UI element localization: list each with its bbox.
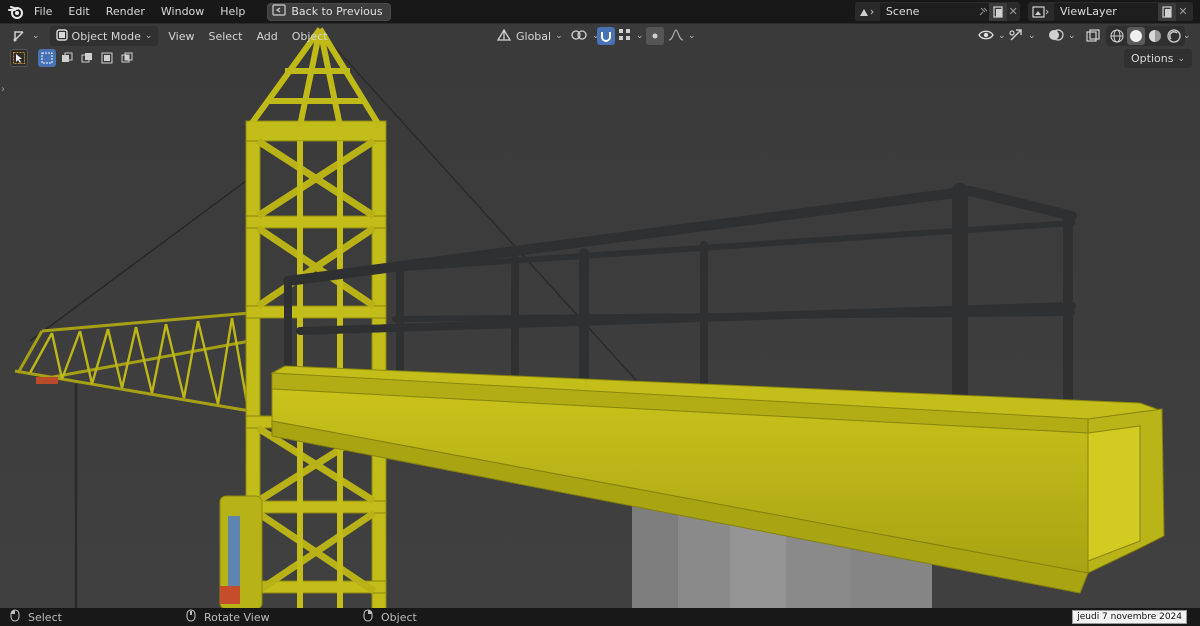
- extend-selection-icon[interactable]: [58, 49, 76, 67]
- mouse-middle-icon: [186, 609, 196, 625]
- orientation-icon: [496, 28, 512, 45]
- back-icon: [272, 4, 286, 19]
- scene-icon[interactable]: [855, 3, 880, 21]
- menu-window[interactable]: Window: [153, 0, 212, 23]
- object-mode-icon: [55, 28, 68, 44]
- select-box-tool-icon[interactable]: [10, 49, 28, 67]
- menu-select[interactable]: Select: [205, 26, 247, 46]
- object-mode-label: Object Mode: [71, 29, 141, 43]
- chevron-down-icon: ⌄: [555, 31, 563, 41]
- menu-object[interactable]: Object: [288, 26, 332, 46]
- shading-options-chevron-icon[interactable]: ⌄: [1183, 31, 1191, 41]
- pivot-icon: [570, 28, 588, 45]
- status-rotate-label: Rotate View: [204, 610, 270, 624]
- chevron-down-icon: ⌄: [1028, 31, 1036, 41]
- view-layer-selector[interactable]: ViewLayer ✕: [1028, 2, 1193, 21]
- intersect-selection-icon[interactable]: [118, 49, 136, 67]
- toolbar-expand-icon[interactable]: ›: [1, 84, 5, 95]
- blender-logo-icon[interactable]: [6, 0, 26, 23]
- viewport-header: ⌄ Object Mode ⌄ View Select Add Object G…: [0, 24, 1200, 48]
- menu-render[interactable]: Render: [98, 0, 153, 23]
- new-view-layer-icon[interactable]: [1158, 2, 1176, 21]
- mouse-left-icon: [10, 609, 20, 625]
- menu-view[interactable]: View: [164, 26, 198, 46]
- chevron-down-icon: ⌄: [1177, 53, 1185, 64]
- chevron-down-icon: ⌄: [32, 31, 40, 41]
- chevron-down-icon: ⌄: [688, 31, 696, 41]
- status-select-hint: Select: [10, 608, 62, 626]
- chevron-down-icon: ⌄: [636, 31, 644, 41]
- pin-icon[interactable]: [975, 2, 990, 21]
- status-bar: Select Rotate View Object jeudi 7 novemb…: [0, 608, 1200, 626]
- status-object-hint: Object: [363, 608, 417, 626]
- transform-orientation-dropdown[interactable]: Global ⌄: [492, 26, 567, 46]
- selection-mode-group: [38, 49, 136, 67]
- scene-selector[interactable]: Scene ✕: [855, 2, 1020, 21]
- proportional-edit-icon[interactable]: [646, 27, 664, 45]
- invert-selection-icon[interactable]: [98, 49, 116, 67]
- eye-icon: [978, 29, 994, 44]
- object-mode-dropdown[interactable]: Object Mode ⌄: [49, 26, 159, 46]
- gizmo-toggle[interactable]: ⌄: [1004, 26, 1040, 46]
- snap-toggle-icon[interactable]: [597, 27, 615, 45]
- tool-settings-row: [10, 48, 136, 68]
- status-object-label: Object: [381, 610, 417, 624]
- gizmo-icon: [1008, 28, 1024, 45]
- new-scene-icon[interactable]: [989, 2, 1007, 21]
- view-layer-name-field[interactable]: ViewLayer: [1054, 2, 1158, 21]
- close-view-layer-icon[interactable]: ✕: [1176, 3, 1190, 21]
- snap-target-dropdown[interactable]: ⌄: [614, 26, 648, 46]
- view-layer-icon[interactable]: [1028, 3, 1054, 21]
- wireframe-shading-icon[interactable]: [1108, 27, 1126, 45]
- rendered-shading-icon[interactable]: [1165, 27, 1183, 45]
- back-to-previous-button[interactable]: Back to Previous: [267, 2, 391, 21]
- menu-help[interactable]: Help: [212, 0, 253, 23]
- menu-file[interactable]: File: [26, 0, 60, 23]
- chevron-down-icon: ⌄: [144, 31, 153, 41]
- material-preview-icon[interactable]: [1146, 27, 1164, 45]
- falloff-dropdown[interactable]: ⌄: [664, 26, 700, 46]
- solid-shading-icon[interactable]: [1127, 27, 1145, 45]
- top-menu-bar: File Edit Render Window Help Back to Pre…: [0, 0, 1200, 23]
- orientation-label: Global: [516, 29, 552, 43]
- overlays-toggle[interactable]: ⌄: [1044, 26, 1080, 46]
- falloff-curve-icon: [668, 28, 684, 45]
- 3d-viewport[interactable]: ⌄ Object Mode ⌄ View Select Add Object G…: [0, 23, 1200, 609]
- mouse-right-icon: [363, 609, 373, 625]
- chevron-down-icon: ⌄: [1068, 31, 1076, 41]
- close-scene-icon[interactable]: ✕: [1007, 3, 1020, 21]
- menu-edit[interactable]: Edit: [60, 0, 97, 23]
- 3d-view-icon: [12, 28, 28, 45]
- status-select-label: Select: [28, 610, 62, 624]
- back-to-previous-label: Back to Previous: [291, 5, 383, 18]
- set-selection-icon[interactable]: [38, 49, 56, 67]
- xray-toggle-icon[interactable]: [1084, 27, 1102, 45]
- editor-type-button[interactable]: ⌄: [8, 26, 44, 46]
- date-tooltip: jeudi 7 novembre 2024: [1072, 610, 1187, 624]
- crane-scene[interactable]: [0, 24, 1200, 609]
- menu-add[interactable]: Add: [252, 26, 281, 46]
- snap-grid-icon: [618, 28, 632, 45]
- shading-mode-group: [1106, 26, 1185, 46]
- status-rotate-hint: Rotate View: [186, 608, 270, 626]
- options-label: Options: [1131, 52, 1174, 65]
- options-dropdown[interactable]: Options ⌄: [1124, 49, 1192, 68]
- subtract-selection-icon[interactable]: [78, 49, 96, 67]
- overlays-icon: [1048, 28, 1064, 45]
- scene-name-field[interactable]: Scene: [879, 2, 976, 21]
